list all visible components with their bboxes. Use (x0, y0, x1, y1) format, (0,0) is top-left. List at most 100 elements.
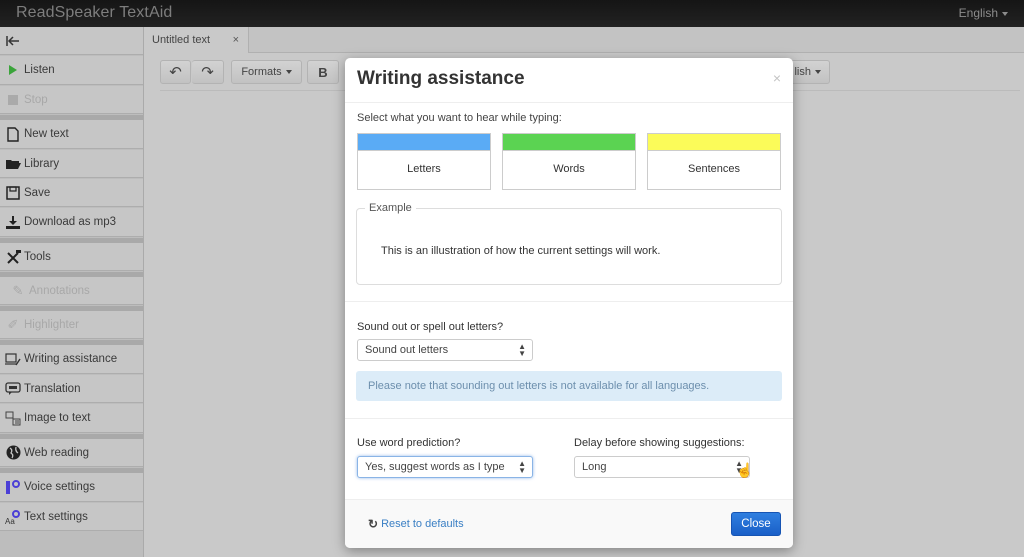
mode-color-bar (648, 134, 780, 151)
sidebar-item-library[interactable]: Library (0, 150, 143, 178)
sidebar-item-label: Voice settings (24, 481, 95, 493)
mode-words-button[interactable]: Words (502, 133, 636, 190)
sidebar-item-voice-settings[interactable]: Voice settings (0, 473, 143, 502)
tab-strip: Untitled text × (145, 27, 1024, 54)
redo-button[interactable]: ↷ (192, 60, 224, 84)
modal-footer: ↻ Reset to defaults Close (345, 499, 793, 548)
sidebar-item-listen[interactable]: Listen (0, 56, 143, 85)
caret-down-icon (815, 70, 821, 74)
modal-title: Writing assistance (357, 68, 525, 89)
download-icon (5, 214, 21, 230)
sidebar-item-new-text[interactable]: New text (0, 120, 143, 149)
sidebar-item-label: Text settings (24, 510, 88, 523)
word-prediction-value: Yes, suggest words as I type (365, 461, 505, 473)
sidebar-item-label: Download as mp3 (24, 216, 117, 228)
modal-close-icon[interactable]: × (773, 70, 781, 86)
mode-letters-button[interactable]: Letters (357, 133, 491, 190)
modal-header-divider (345, 102, 793, 103)
sound-out-select[interactable]: Sound out letters ▲ ▼ (357, 339, 533, 361)
play-icon (5, 62, 21, 78)
sound-out-label: Sound out or spell out letters? (357, 321, 504, 333)
sidebar-item-label: Web reading (24, 446, 89, 459)
mode-label: Letters (407, 163, 441, 175)
section-divider (345, 418, 793, 419)
sidebar-item-label: Stop (24, 93, 48, 106)
collapse-left-icon (5, 33, 21, 49)
tab-label: Untitled text (152, 34, 211, 46)
sidebar-item-image-to-text[interactable]: Image to text (0, 404, 143, 433)
tab-close-icon[interactable]: × (233, 34, 239, 46)
mode-sentences-button[interactable]: Sentences (647, 133, 781, 190)
sidebar-item-label: Image to text (24, 412, 91, 424)
caret-down-icon (285, 70, 292, 74)
sidebar-item-text-settings[interactable]: Aa Text settings (0, 503, 143, 531)
sound-out-value: Sound out letters (365, 344, 449, 356)
bold-label: B (318, 64, 328, 80)
undo-button[interactable]: ↶ (160, 60, 191, 84)
mode-color-bar (358, 134, 490, 151)
highlighter-icon: ✐ (7, 316, 19, 332)
sidebar-item-writing-assistance[interactable]: Writing assistance (0, 345, 143, 374)
language-label: English (958, 6, 998, 20)
sidebar-item-translation[interactable]: Translation (0, 375, 143, 403)
formats-dropdown[interactable]: Formats (231, 60, 302, 84)
undo-icon: ↶ (169, 64, 182, 81)
select-prompt: Select what you want to hear while typin… (357, 112, 562, 124)
word-prediction-label: Use word prediction? (357, 437, 461, 449)
translation-icon (5, 381, 21, 397)
sidebar-item-label: Highlighter (24, 318, 79, 331)
example-legend: Example (365, 202, 416, 214)
reset-to-defaults-link[interactable]: ↻ Reset to defaults (368, 517, 464, 531)
writing-assistance-icon (5, 351, 21, 367)
language-note-alert: Please note that sounding out letters is… (356, 371, 782, 401)
sidebar-item-highlighter: ✐ Highlighter (0, 311, 143, 339)
select-arrows-icon: ▲ ▼ (518, 459, 526, 475)
mode-label: Words (553, 163, 585, 175)
language-select-label: lish (794, 66, 811, 78)
delay-value: Long (582, 461, 607, 473)
word-prediction-select[interactable]: Yes, suggest words as I type ▲ ▼ (357, 456, 533, 478)
sidebar-item-label: Writing assistance (24, 353, 118, 365)
close-button[interactable]: Close (731, 512, 781, 536)
sidebar-item-label: Listen (24, 64, 55, 76)
sidebar-collapse-button[interactable] (0, 27, 143, 55)
annotation-icon: ✎ (12, 282, 24, 298)
redo-icon: ↷ (201, 64, 214, 81)
reset-label: Reset to defaults (381, 518, 464, 530)
example-fieldset: Example This is an illustration of how t… (356, 202, 782, 285)
app-header: ReadSpeaker TextAid English (0, 0, 1024, 27)
delay-select[interactable]: Long ▲ ▼ (574, 456, 750, 478)
mode-label: Sentences (688, 163, 740, 175)
sidebar-item-label: Save (24, 186, 51, 199)
voice-settings-icon (5, 479, 21, 495)
writing-assistance-modal: Writing assistance × Select what you wan… (345, 58, 793, 548)
example-text: This is an illustration of how the curre… (381, 245, 661, 257)
delay-label: Delay before showing suggestions: (574, 437, 745, 449)
sidebar-item-label: Tools (24, 250, 51, 263)
stop-icon (5, 92, 21, 108)
sidebar-item-web-reading[interactable]: Web reading (0, 439, 143, 467)
sidebar-item-stop: Stop (0, 86, 143, 114)
refresh-icon: ↻ (368, 517, 379, 531)
sidebar-item-tools[interactable]: Tools (0, 243, 143, 271)
select-arrows-icon: ▲ ▼ (518, 342, 526, 358)
language-dropdown[interactable]: English (959, 6, 1008, 20)
sidebar-item-download-mp3[interactable]: Download as mp3 (0, 208, 143, 237)
bold-button[interactable]: B (307, 60, 339, 84)
sidebar-item-label: New text (24, 128, 69, 140)
sidebar-item-label: Translation (24, 382, 81, 395)
sidebar: Listen Stop New text Library Save Downlo… (0, 27, 144, 557)
folder-icon (5, 156, 21, 172)
sidebar-item-label: Library (24, 157, 60, 170)
section-divider (345, 301, 793, 302)
globe-icon (5, 445, 21, 461)
sidebar-item-save[interactable]: Save (0, 179, 143, 207)
hand-cursor-icon: ☝ (736, 462, 754, 478)
caret-down-icon (1002, 11, 1008, 16)
sidebar-item-label: Annotations (29, 284, 90, 297)
tab-untitled-text[interactable]: Untitled text × (145, 27, 249, 54)
svg-text:Aa: Aa (5, 517, 15, 525)
file-icon (5, 126, 21, 142)
sidebar-item-annotations: ✎ Annotations (0, 277, 143, 305)
formats-label: Formats (241, 66, 282, 78)
